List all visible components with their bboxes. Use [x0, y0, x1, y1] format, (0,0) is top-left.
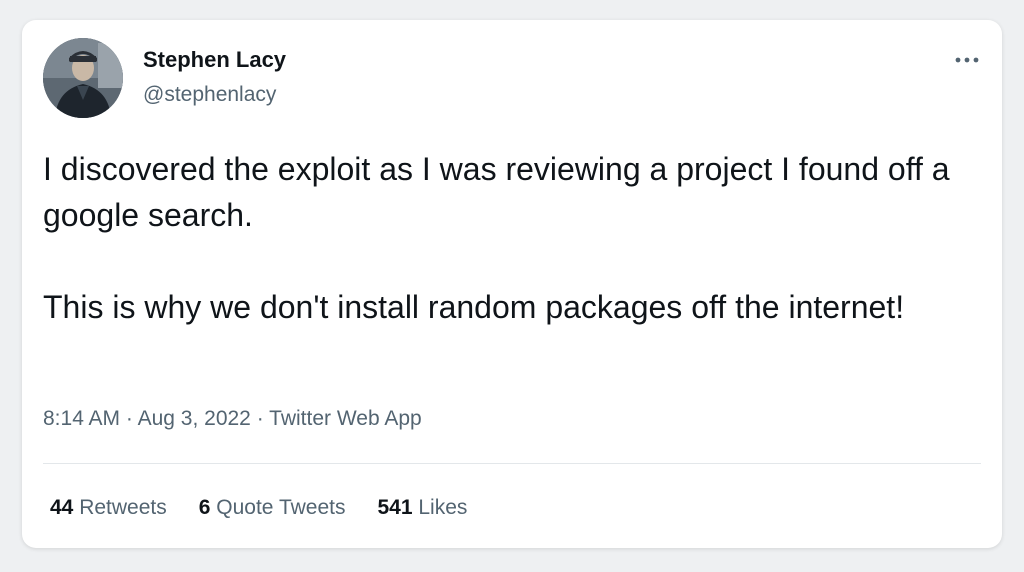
likes-label: Likes: [418, 496, 468, 519]
more-horizontal-icon: [955, 57, 979, 63]
retweets-count: 44: [50, 496, 74, 519]
tweet-date[interactable]: Aug 3, 2022: [138, 407, 251, 430]
tweet-paragraph: I discovered the exploit as I was review…: [43, 151, 950, 233]
engagement-stats: 44 Retweets 6 Quote Tweets 541 Likes: [50, 494, 467, 522]
tweet-source[interactable]: Twitter Web App: [269, 407, 422, 430]
author-name[interactable]: Stephen Lacy: [143, 47, 286, 73]
quote-tweets-count: 6: [198, 496, 211, 519]
author-handle[interactable]: @stephenlacy: [143, 82, 276, 108]
divider: [43, 463, 981, 464]
tweet-paragraph: This is why we don't install random pack…: [43, 289, 905, 325]
likes-stat[interactable]: 541 Likes: [377, 494, 467, 522]
tweet-text: I discovered the exploit as I was review…: [43, 146, 973, 330]
likes-count: 541: [377, 496, 413, 519]
retweets-label: Retweets: [79, 496, 167, 519]
separator: ·: [125, 407, 133, 430]
quote-tweets-stat[interactable]: 6 Quote Tweets: [199, 494, 346, 522]
tweet-metadata: 8:14 AM · Aug 3, 2022 · Twitter Web App: [43, 405, 422, 433]
tweet-time[interactable]: 8:14 AM: [43, 407, 120, 430]
tweet-card: Stephen Lacy @stephenlacy I discovered t…: [22, 20, 1002, 548]
avatar-photo: [43, 38, 123, 118]
quote-tweets-label: Quote Tweets: [216, 496, 346, 519]
avatar[interactable]: [43, 38, 123, 118]
more-options-button[interactable]: [950, 48, 984, 72]
separator: ·: [256, 407, 264, 430]
retweets-stat[interactable]: 44 Retweets: [50, 494, 167, 522]
